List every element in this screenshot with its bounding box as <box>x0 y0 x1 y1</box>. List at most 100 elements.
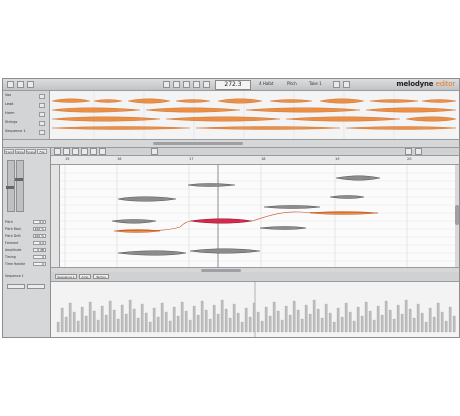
volume-fader[interactable] <box>6 186 14 189</box>
scroll-thumb[interactable] <box>455 205 459 225</box>
amplitude-bar <box>144 312 148 333</box>
amplitude-bar <box>288 314 292 333</box>
amplitude-bar <box>344 302 348 333</box>
note-editor-grid[interactable] <box>60 165 455 267</box>
param-label: Timing <box>5 255 16 259</box>
amplitude-bar <box>376 305 380 333</box>
pitch-ruler[interactable] <box>51 165 60 267</box>
param-label: Time Handle <box>5 262 26 266</box>
amplitude-bar <box>216 313 220 333</box>
amplitude-bar <box>88 301 92 333</box>
amplitude-lane[interactable] <box>51 282 459 337</box>
amplitude-bar <box>108 300 112 333</box>
menu-icon[interactable] <box>7 81 14 88</box>
bar-number: 20 <box>407 157 412 161</box>
track-label-strings[interactable]: Strings <box>5 120 17 124</box>
amplitude-bar <box>68 302 72 333</box>
app-name: melodyne <box>396 80 434 88</box>
amplitude-bar <box>448 306 452 333</box>
amplitude-bar <box>340 316 344 333</box>
record-icon[interactable] <box>193 81 200 88</box>
param-value[interactable]: 0.0 <box>33 241 46 245</box>
amplitude-bar <box>104 314 108 333</box>
param-label: Pitch <box>5 220 13 224</box>
amplitude-bar <box>60 307 64 333</box>
amplitude-bar <box>100 305 104 333</box>
bar-ruler[interactable]: 15 16 17 18 19 20 <box>51 156 459 165</box>
selected-note[interactable] <box>189 218 253 224</box>
amplitude-bar <box>444 320 448 333</box>
param-label: Pitch Drift <box>5 234 21 238</box>
param-value[interactable]: 0 <box>33 262 46 266</box>
pitch-range-field[interactable]: 4 Halbt <box>259 81 274 87</box>
pointer-tool-icon[interactable] <box>54 148 61 155</box>
amplitude-bar <box>384 300 388 333</box>
rewind-icon[interactable] <box>163 81 170 88</box>
amplitude-tool-icon[interactable] <box>81 148 88 155</box>
track-label-harm[interactable]: Harm <box>5 111 15 115</box>
timing-tool-icon[interactable] <box>90 148 97 155</box>
amplitude-bar <box>172 306 176 333</box>
bar-number: 15 <box>65 157 70 161</box>
undo-icon[interactable] <box>17 81 24 88</box>
amplitude-bar <box>420 312 424 333</box>
stop-icon[interactable] <box>183 81 190 88</box>
mute-button[interactable] <box>39 103 45 108</box>
amplitude-bar <box>304 304 308 333</box>
track-label-lead[interactable]: Lead <box>5 102 13 106</box>
amplitude-bar <box>212 304 216 333</box>
pitch-tool-icon[interactable] <box>63 148 70 155</box>
scale-icon[interactable] <box>151 148 158 155</box>
amplitude-bar <box>452 315 456 333</box>
amplitude-bar <box>220 299 224 333</box>
position-counter[interactable]: 272.3 <box>215 80 251 90</box>
track-overview[interactable]: Vox Lead Harm Strings Sequence 1 <box>3 91 459 140</box>
param-label: Amplitude <box>5 248 22 252</box>
pan-fader[interactable] <box>15 178 23 181</box>
formant-tool-icon[interactable] <box>72 148 79 155</box>
amplitude-bar <box>432 316 436 333</box>
separation-tool-icon[interactable] <box>99 148 106 155</box>
mute-button[interactable] <box>39 121 45 126</box>
mode-field[interactable]: Pitch <box>287 81 297 87</box>
zoom-out-icon[interactable] <box>415 148 422 155</box>
param-value[interactable]: 100 % <box>33 234 46 238</box>
amplitude-bar <box>232 303 236 333</box>
amplitude-bar <box>156 316 160 333</box>
param-value[interactable]: 0 dB <box>33 248 46 252</box>
tab-track[interactable]: Track <box>4 149 14 154</box>
amp-button[interactable]: Amp <box>79 274 91 279</box>
param-value[interactable]: 100 % <box>33 227 46 231</box>
track-label-vox[interactable]: Vox <box>5 93 11 97</box>
amplitude-bar <box>308 313 312 333</box>
tab-note[interactable]: Note <box>15 149 25 154</box>
vertical-scrollbar[interactable] <box>455 165 459 267</box>
mute-button[interactable] <box>39 94 45 99</box>
tab-scale[interactable]: Scale <box>26 149 36 154</box>
redo-icon[interactable] <box>27 81 34 88</box>
amplitude-bar <box>396 304 400 333</box>
take-field[interactable]: Take 1 <box>309 81 322 87</box>
tab-file[interactable]: File <box>37 149 47 154</box>
amplitude-bar <box>260 320 264 333</box>
settings-icon[interactable] <box>343 81 350 88</box>
play-icon[interactable] <box>173 81 180 88</box>
track-label-sequence[interactable]: Sequence 1 <box>5 129 26 133</box>
amplitude-bar <box>192 305 196 333</box>
view-button[interactable] <box>27 284 45 289</box>
param-value[interactable]: 0 <box>33 255 46 259</box>
overview-blobs <box>51 91 457 139</box>
overview-scrollbar[interactable] <box>3 140 459 148</box>
bar-number: 16 <box>117 157 122 161</box>
tempo-button[interactable]: Tempo <box>93 274 109 279</box>
param-value[interactable]: 0.0 <box>33 220 46 224</box>
loop-icon[interactable] <box>203 81 210 88</box>
edit-button[interactable] <box>7 284 25 289</box>
mute-button[interactable] <box>39 112 45 117</box>
amplitude-bar <box>292 300 296 333</box>
zoom-in-icon[interactable] <box>405 148 412 155</box>
sequence-button[interactable]: Sequence 1 <box>55 274 77 279</box>
scroll-thumb[interactable] <box>153 142 243 145</box>
zoom-icon[interactable] <box>333 81 340 88</box>
mute-button[interactable] <box>39 130 45 135</box>
